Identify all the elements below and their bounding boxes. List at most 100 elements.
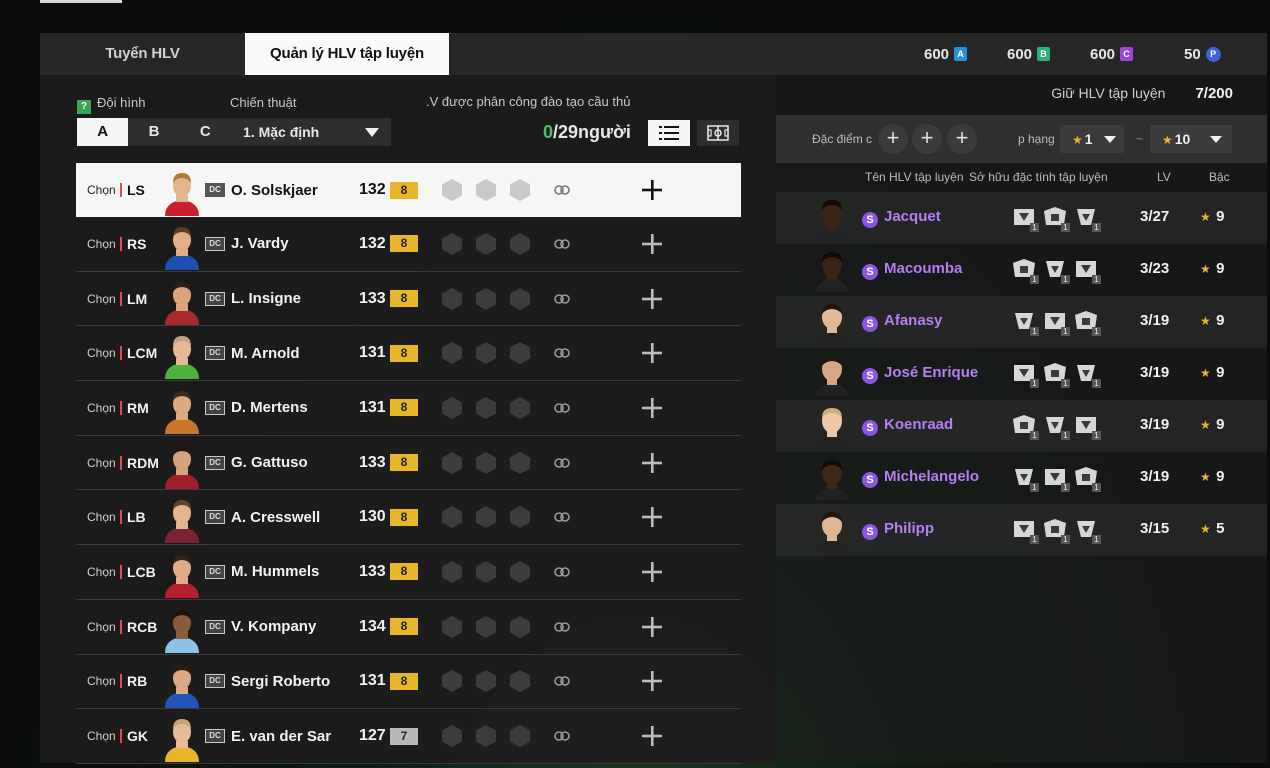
top-strip [40,0,122,3]
player-list: Chọn LS DC O. Solskjaer 132 8 Chọn RS DC J. Va… [76,163,741,764]
player-row[interactable]: Chọn RCB DC V. Kompany 134 8 [76,600,741,655]
link-icon[interactable] [554,239,570,249]
coach-row[interactable]: S Macoumba 1 1 1 3/23 ★ 9 [776,244,1267,296]
currency-a-amount: 600 [924,45,950,63]
assign-coach-plus-icon[interactable] [641,452,663,474]
tab-manage-coaches[interactable]: Quản lý HLV tập luyện [245,33,449,75]
player-row[interactable]: Chọn LS DC O. Solskjaer 132 8 [76,163,741,217]
trait-level: 1 [1092,535,1101,544]
coach-name[interactable]: S Jacquet [862,208,941,228]
coach-name[interactable]: S Afanasy [862,312,942,332]
chevron-down-icon [1104,136,1116,143]
tab-recruit-coach[interactable]: Tuyển HLV [40,33,245,75]
player-row[interactable]: Chọn RM DC D. Mertens 131 8 [76,381,741,436]
coach-row[interactable]: S Philipp 1 1 1 3/15 ★ 5 [776,504,1267,556]
select-label[interactable]: Chọn [87,237,116,251]
coach-name-text: Macoumba [884,260,963,277]
squad-c-button[interactable]: C [180,118,231,146]
coach-name-text: Afanasy [884,312,943,329]
assign-coach-plus-icon[interactable] [641,288,663,310]
list-view-button[interactable] [648,120,690,146]
training-trait-icon: 1 [1073,205,1101,232]
rank-from-dropdown[interactable]: ★ 1 [1060,125,1124,153]
add-trait-filter-button-1[interactable]: + [878,124,908,154]
select-label[interactable]: Chọn [87,674,116,688]
link-icon[interactable] [554,676,570,687]
coach-row[interactable]: S Michelangelo 1 1 1 3/19 ★ 9 [776,452,1267,504]
assign-coach-plus-icon[interactable] [641,233,663,255]
select-label[interactable]: Chọn [87,346,116,360]
player-row[interactable]: Chọn LM DC L. Insigne 133 8 [76,272,741,327]
coach-grade-value: 9 [1216,468,1225,485]
assign-coach-plus-icon[interactable] [641,179,663,201]
assign-coach-plus-icon[interactable] [641,616,663,638]
coach-name[interactable]: S Michelangelo [862,468,979,488]
link-icon[interactable] [554,293,570,304]
select-label[interactable]: Chọn [87,729,116,743]
assign-coach-plus-icon[interactable] [641,506,663,528]
training-trait-icon: 1 [1073,309,1101,336]
player-level-badge: 8 [390,563,418,581]
player-row[interactable]: Chọn RDM DC G. Gattuso 133 8 [76,436,741,491]
coach-row[interactable]: S Afanasy 1 1 1 3/19 ★ 9 [776,296,1267,348]
select-label[interactable]: Chọn [87,292,116,306]
assign-coach-plus-icon[interactable] [641,670,663,692]
link-icon[interactable] [554,348,570,359]
coach-name[interactable]: S José Enrique [862,364,978,384]
link-icon[interactable] [554,185,570,195]
player-row[interactable]: Chọn LCB DC M. Hummels 133 8 [76,545,741,600]
empty-slot-hex-icon [510,506,530,529]
special-coach-icon: S [862,264,878,280]
select-label[interactable]: Chọn [87,183,116,197]
add-trait-filter-button-2[interactable]: + [912,124,942,154]
link-icon[interactable] [554,403,570,413]
help-icon[interactable]: ? [77,100,91,114]
player-row[interactable]: Chọn RS DC J. Vardy 132 8 [76,217,741,272]
link-icon[interactable] [554,512,570,523]
link-icon[interactable] [554,457,570,468]
squad-b-button[interactable]: B [128,118,179,146]
coach-name[interactable]: S Macoumba [862,260,962,280]
coach-list: S Jacquet 1 1 1 3/27 ★ 9 S Macoumba 1 1 1 3/23 ★ 9 S… [776,192,1267,572]
pitch-view-button[interactable] [697,120,739,146]
coach-name[interactable]: S Koenraad [862,416,953,436]
assign-coach-plus-icon[interactable] [641,725,663,747]
coach-grade: ★ 9 [1200,416,1224,433]
empty-slot-hex-icon [510,670,530,693]
coach-management-screen: Tuyển HLV Quản lý HLV tập luyện 600 A 60… [40,33,1267,764]
player-row[interactable]: Chọn GK DC E. van der Sar 127 7 [76,709,741,764]
squad-a-button[interactable]: A [77,118,129,146]
link-icon[interactable] [554,567,570,577]
coach-row[interactable]: S José Enrique 1 1 1 3/19 ★ 9 [776,348,1267,400]
coach-row[interactable]: S Jacquet 1 1 1 3/27 ★ 9 [776,192,1267,244]
add-trait-filter-button-3[interactable]: + [947,124,977,154]
player-row[interactable]: Chọn LCM DC M. Arnold 131 8 [76,326,741,382]
trait-level: 1 [1061,431,1070,440]
select-label[interactable]: Chọn [87,401,116,415]
coach-row[interactable]: S Koenraad 1 1 1 3/19 ★ 9 [776,400,1267,452]
rank-to-dropdown[interactable]: ★ 10 [1150,125,1232,153]
empty-slot-hex-icon [510,451,530,474]
player-position: RS [120,236,146,251]
coach-name[interactable]: S Philipp [862,520,934,540]
coach-lv: 3/19 [1140,468,1170,485]
select-label[interactable]: Chọn [87,620,116,634]
trait-level: 1 [1030,483,1039,492]
player-name: G. Gattuso [231,454,308,472]
player-row[interactable]: Chọn RB DC Sergi Roberto 131 8 [76,655,741,710]
select-label[interactable]: Chọn [87,456,116,470]
player-level-badge: 8 [390,399,418,417]
token-b-icon: B [1037,47,1051,61]
tactic-dropdown[interactable]: 1. Mặc định [230,118,391,146]
link-icon[interactable] [554,731,570,741]
empty-slot-hex-icon [442,396,462,419]
select-label[interactable]: Chọn [87,510,116,524]
assign-coach-plus-icon[interactable] [641,397,663,419]
assign-coach-plus-icon[interactable] [641,342,663,364]
select-label[interactable]: Chọn [87,565,116,579]
player-row[interactable]: Chọn LB DC A. Cresswell 130 8 [76,490,741,546]
token-c-icon: C [1120,47,1134,61]
link-icon[interactable] [554,621,570,632]
assign-coach-plus-icon[interactable] [641,561,663,583]
player-level-badge: 8 [390,508,418,526]
